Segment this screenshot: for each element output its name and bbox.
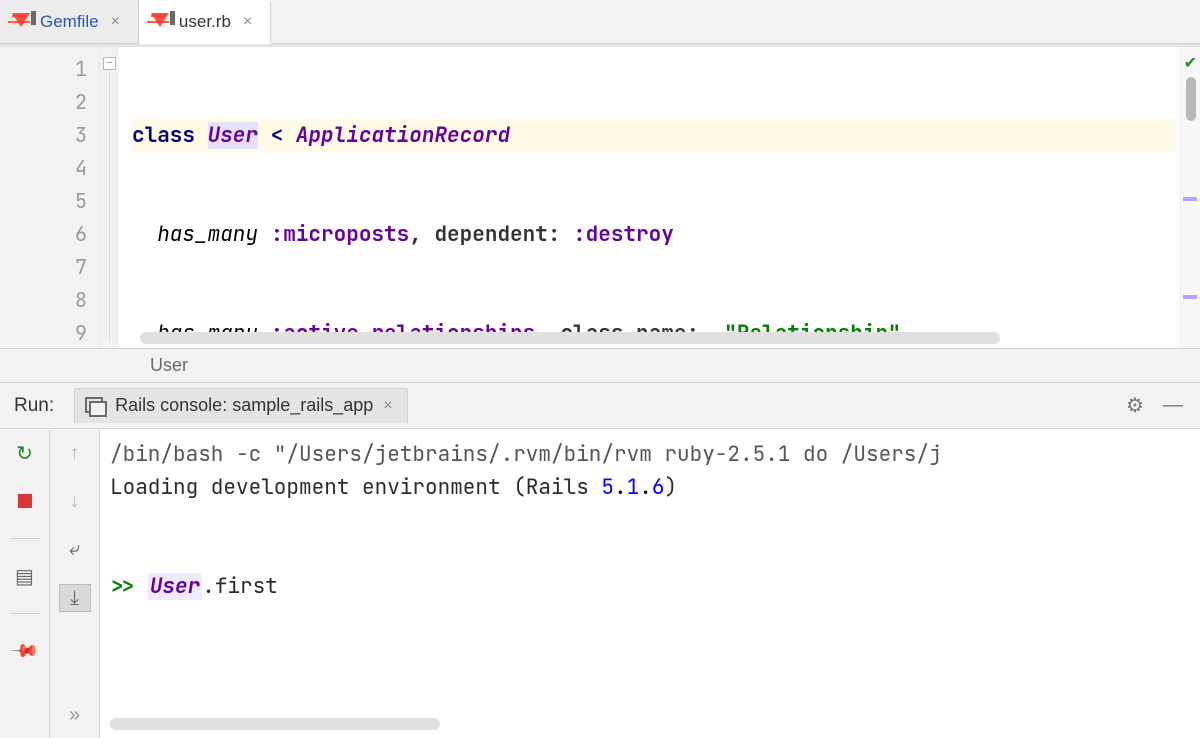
soft-wrap-icon[interactable]: ⤶ bbox=[60, 536, 90, 562]
gear-icon[interactable]: ⚙ bbox=[1122, 393, 1148, 419]
more-icon[interactable]: » bbox=[60, 702, 90, 728]
up-arrow-icon[interactable]: ↑ bbox=[60, 440, 90, 466]
run-tab-label: Rails console: sample_rails_app bbox=[115, 395, 373, 416]
fold-guide bbox=[109, 70, 110, 342]
editor-marker-stripe[interactable]: ✔ bbox=[1180, 47, 1200, 348]
tab-gemfile[interactable]: Gemfile × bbox=[0, 0, 139, 43]
close-icon[interactable]: × bbox=[241, 12, 254, 32]
pin-icon[interactable]: 📌 bbox=[5, 631, 45, 671]
line-number: 9 bbox=[0, 317, 87, 349]
minimize-icon[interactable]: — bbox=[1160, 393, 1186, 419]
console-line bbox=[110, 537, 1186, 570]
breadcrumb[interactable]: User bbox=[0, 349, 1200, 383]
run-toolbar-primary: ↻ ▤ 📌 bbox=[0, 430, 50, 738]
stop-button[interactable] bbox=[10, 488, 40, 514]
console-line bbox=[110, 504, 1186, 537]
console-horizontal-scrollbar[interactable] bbox=[110, 718, 440, 730]
code-area[interactable]: class User < ApplicationRecord has_many … bbox=[120, 47, 1200, 348]
run-toolwindow-body: ↻ ▤ 📌 ↑ ↓ ⤶ ⤓ » /bin/bash -c "/Users/jet… bbox=[0, 429, 1200, 738]
line-number: 7 bbox=[0, 251, 87, 284]
tab-user-rb[interactable]: user.rb × bbox=[139, 0, 271, 44]
editor-vertical-scrollbar[interactable] bbox=[1186, 77, 1196, 121]
tab-label: Gemfile bbox=[40, 12, 99, 32]
editor[interactable]: 1 2 3 4 5 6 7 8 9 − class User < Applica… bbox=[0, 47, 1200, 349]
run-toolbar-secondary: ↑ ↓ ⤶ ⤓ » bbox=[50, 430, 100, 738]
line-number: 4 bbox=[0, 152, 87, 185]
rerun-button[interactable]: ↻ bbox=[10, 440, 40, 466]
line-number: 8 bbox=[0, 284, 87, 317]
scroll-to-end-icon[interactable]: ⤓ bbox=[59, 584, 91, 612]
down-arrow-icon[interactable]: ↓ bbox=[60, 488, 90, 514]
close-icon[interactable]: × bbox=[383, 397, 392, 415]
line-number: 1 bbox=[0, 53, 87, 86]
fold-handle-icon[interactable]: − bbox=[103, 57, 116, 70]
ruby-icon bbox=[12, 13, 30, 31]
editor-horizontal-scrollbar[interactable] bbox=[140, 332, 1000, 344]
console-input-line[interactable]: >> User.first bbox=[110, 570, 1186, 603]
run-toolwindow-header: Run: Rails console: sample_rails_app × ⚙… bbox=[0, 383, 1200, 429]
console-line: Loading development environment (Rails 5… bbox=[110, 471, 1186, 504]
console-line: /bin/bash -c "/Users/jetbrains/.rvm/bin/… bbox=[110, 438, 1186, 471]
close-icon[interactable]: × bbox=[109, 12, 122, 32]
layout-button[interactable]: ▤ bbox=[10, 563, 40, 589]
run-label: Run: bbox=[14, 395, 54, 417]
run-tab-rails-console[interactable]: Rails console: sample_rails_app × bbox=[74, 388, 407, 423]
line-number: 6 bbox=[0, 218, 87, 251]
tab-label: user.rb bbox=[179, 12, 231, 32]
line-number: 3 bbox=[0, 119, 87, 152]
separator bbox=[10, 613, 40, 614]
ruby-icon bbox=[151, 13, 169, 31]
separator bbox=[10, 538, 40, 539]
line-number: 2 bbox=[0, 86, 87, 119]
inspection-ok-icon: ✔ bbox=[1184, 53, 1197, 73]
marker[interactable] bbox=[1183, 197, 1197, 201]
fold-column: − bbox=[100, 47, 120, 348]
code-line: class User < ApplicationRecord bbox=[132, 119, 1176, 152]
marker[interactable] bbox=[1183, 295, 1197, 299]
breadcrumb-item[interactable]: User bbox=[150, 355, 188, 376]
line-number: 5 bbox=[0, 185, 87, 218]
code-line: has_many :microposts, dependent: :destro… bbox=[132, 218, 1200, 251]
editor-tabbar: Gemfile × user.rb × bbox=[0, 0, 1200, 44]
console-output[interactable]: /bin/bash -c "/Users/jetbrains/.rvm/bin/… bbox=[100, 430, 1200, 738]
editor-gutter: 1 2 3 4 5 6 7 8 9 bbox=[0, 47, 100, 348]
console-icon bbox=[85, 397, 105, 415]
